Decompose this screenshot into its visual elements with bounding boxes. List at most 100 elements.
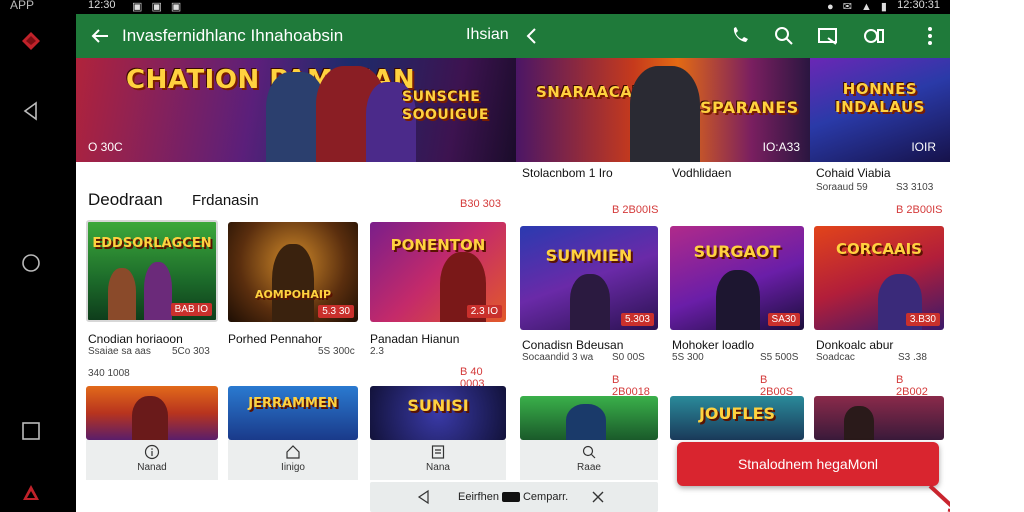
system-status-icons: ● ✉ ▲ ▮ [827,1,890,13]
column-header-3-extra: S3 3103 [896,182,934,193]
banner-2[interactable]: SNARAACAUI FIA SPARANES IO:A33 [516,58,810,162]
column-header-3: Cohaid Viabia [816,166,891,180]
action-label: Raae [577,462,601,473]
game-thumbnail[interactable]: JERRAMMEN [228,386,358,440]
cta-button[interactable]: Stnalodnem hegaMonl [677,442,939,486]
banner-3-badge: IOIR [911,140,936,154]
game-thumbnail-title: SUNISI [407,396,469,415]
bottom-bar-text: Eeirfhen Cemparr. [458,491,568,503]
thumb-figure [132,396,168,440]
thumb-figure [272,244,314,322]
action-button-info[interactable]: Nanad [86,440,218,480]
game-meta-right: S3 .38 [898,352,927,363]
thumb-figure [144,262,172,320]
column-header-1: Stolacnbom 1 Iro [522,166,613,180]
app-toolbar: Invasfernidhlanc Ihnahoabsin Ihsian [76,14,950,58]
search-icon [582,445,596,459]
game-meta-right: S5 500S [760,352,799,363]
chevron-left-icon[interactable] [520,24,544,48]
action-button-home[interactable]: Iinigo [228,440,358,480]
bottom-bar-right-text: Cemparr. [522,491,569,503]
action-button-search[interactable]: Raae [520,440,658,480]
close-icon[interactable] [590,489,606,505]
game-price: B 2B00S [760,374,794,398]
game-thumbnail[interactable]: EDDSORLAGCEN BAB IO [86,220,218,322]
toolbar-title: Invasfernidhlanc Ihnahoabsin [122,26,344,45]
search-icon[interactable] [772,24,796,48]
thumb-figure [844,406,874,440]
game-thumbnail[interactable] [520,396,658,440]
recents-nav-icon[interactable] [20,420,42,442]
game-thumbnail[interactable]: CORCAAIS 3.B30 [814,226,944,330]
action-button-document[interactable]: Nana [370,440,506,480]
game-name: Panadan Hianun [370,332,460,346]
game-name: Cnodian horiaoon [88,332,183,346]
banner-2-subtitle: SPARANES [700,98,799,117]
game-thumbnail[interactable] [814,396,944,440]
right-price-1: B 2B00IS [612,204,659,216]
column-header-3-meta: Soraaud 59 [816,182,868,193]
section-tab[interactable]: Frdanasin [192,192,259,209]
game-thumbnail[interactable]: SUMMIEN 5.303 [520,226,658,330]
account-icon[interactable] [862,24,886,48]
pill-indicator [501,492,520,503]
notification-icons: ▣ ▣ ▣ [132,1,185,13]
banner-1-subtitle: SUNSCHE SOOUIGUE [402,89,489,123]
section-price: B30 303 [460,198,501,210]
game-thumbnail[interactable]: SUNISI [370,386,506,440]
phone-icon[interactable] [728,24,752,48]
game-thumbnail-title: PONENTON [390,236,486,254]
home-nav-icon[interactable] [20,252,42,274]
game-badge: BAB IO [170,303,212,316]
game-thumbnail-title: AOMPOHAIP [254,288,332,301]
game-thumbnail-title: SURGAOT [693,242,781,261]
back-arrow-icon[interactable] [88,24,112,48]
banner-2-badge: IO:A33 [762,140,800,154]
app-logo-small-icon[interactable] [20,482,42,504]
game-meta: Soadcac [816,352,855,363]
status-clock: 12:30:31 [897,0,940,11]
app-label: APP [10,0,35,12]
toolbar-subtitle: Ihsian [466,26,509,43]
cast-icon[interactable] [816,24,840,48]
thumb-figure [570,274,610,330]
game-meta-right: S0 00S [612,352,645,363]
game-thumbnail[interactable] [86,386,218,440]
game-badge: 5.303 [620,313,654,326]
status-time: 12:30 [88,0,116,11]
banner-3[interactable]: HONNES INDALAUS IOIR [810,58,950,162]
info-icon [144,444,160,460]
app-logo-icon[interactable] [20,30,42,52]
status-bar: 12:30 ▣ ▣ ▣ ● ✉ ▲ ▮ 12:30:31 [76,0,950,14]
bottom-toolbar: Eeirfhen Cemparr. [370,482,658,512]
play-back-icon[interactable] [416,489,432,505]
game-thumbnail-title: SUMMIEN [545,246,633,265]
banner-3-title: HONNES INDALAUS [835,80,925,116]
more-vert-icon[interactable] [918,24,942,48]
app-window: Invasfernidhlanc Ihnahoabsin Ihsian CHAT… [76,14,960,512]
right-price-2: B 2B00IS [896,204,943,216]
game-badge: SA30 [767,313,800,326]
game-meta-right: 5Co 303 [172,346,210,357]
game-thumbnail[interactable]: PONENTON 2.3 IO [370,222,506,322]
game-thumbnail-title: CORCAAIS [836,240,922,258]
document-icon [431,445,445,459]
right-margin [950,0,1024,512]
back-nav-icon[interactable] [20,100,42,122]
action-label: Nana [426,462,450,473]
banner-2-figure [630,66,700,162]
game-thumbnail[interactable]: JOUFLES [670,396,804,440]
game-badge: 2.3 IO [466,305,502,318]
game-thumbnail-title: JERRAMMEN [248,396,338,411]
home-icon [286,445,300,459]
action-label: Iinigo [281,462,305,473]
game-price: B 2B002 [896,374,928,398]
game-thumbnail-title: JOUFLES [698,404,776,423]
banner-1[interactable]: CHATION PAMAEAN SUNSCHE SOOUIGUE O 30C [76,58,516,162]
game-meta: 2.3 [370,346,384,357]
game-meta: Socaandid 3 wa [522,352,594,363]
thumb-figure [716,270,760,330]
banner-1-badge: O 30C [88,140,123,154]
game-thumbnail[interactable]: AOMPOHAIP 5.3 30 [228,222,358,322]
game-thumbnail[interactable]: SURGAOT SA30 [670,226,804,330]
